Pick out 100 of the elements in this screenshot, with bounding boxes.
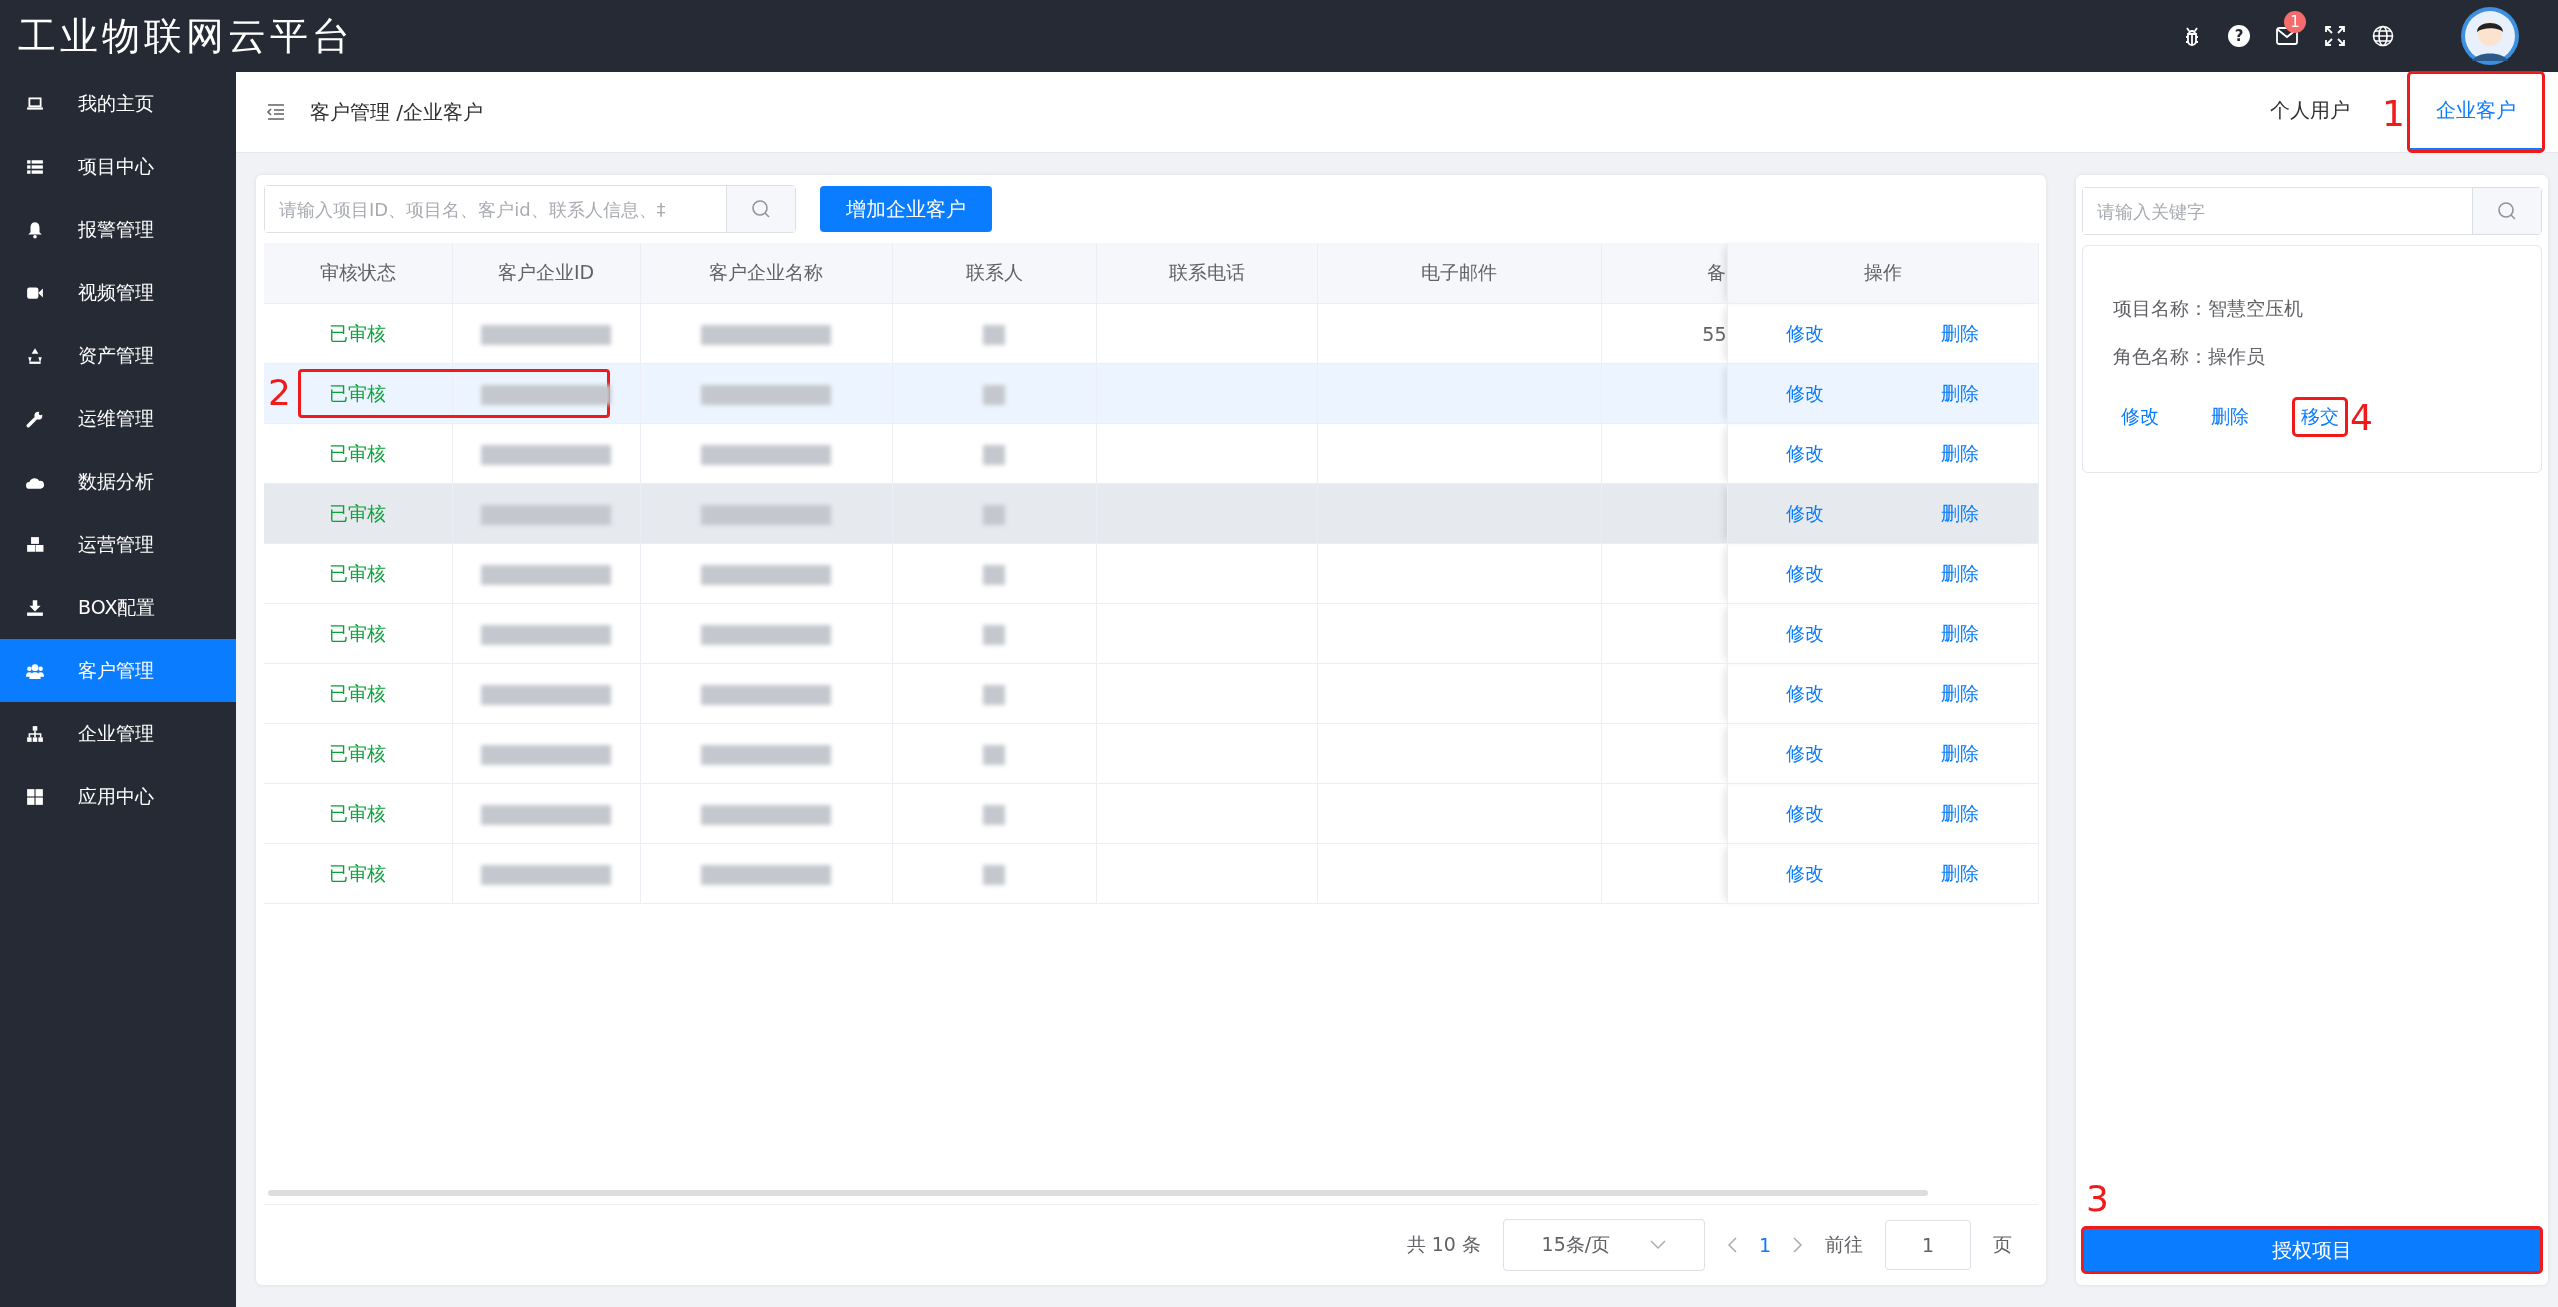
scrollbar[interactable]: [268, 1190, 1928, 1196]
column-header: 客户企业ID: [452, 243, 640, 304]
chevron-down-icon: [1650, 1240, 1667, 1250]
row-action-link[interactable]: 删除: [1941, 560, 1979, 587]
breadcrumb: 客户管理 /企业客户: [310, 98, 484, 126]
total-count: 共 10 条: [1406, 1232, 1481, 1257]
search-icon[interactable]: [751, 199, 771, 219]
sidebar-item[interactable]: 我的主页: [0, 72, 236, 135]
row-action-link[interactable]: 删除: [1941, 440, 1979, 467]
tab[interactable]: 企业客户: [2408, 72, 2544, 152]
chevron-right-icon[interactable]: [1793, 1237, 1803, 1253]
row-action-link[interactable]: 修改: [1786, 320, 1824, 347]
status-text: 已审核: [329, 741, 387, 764]
row-action-link[interactable]: 删除: [1941, 860, 1979, 887]
page-suffix: 页: [1993, 1232, 2012, 1257]
row-action-link[interactable]: 修改: [1786, 680, 1824, 707]
table-cell: 55: [1702, 322, 1727, 345]
help-icon[interactable]: ?: [2228, 25, 2250, 47]
sitemap-icon: [26, 724, 44, 743]
sidebar-item[interactable]: 客户管理: [0, 639, 236, 702]
menu-icon[interactable]: [266, 103, 286, 121]
sidebar-item[interactable]: 数据分析: [0, 450, 236, 513]
tab[interactable]: 个人用户: [2242, 72, 2378, 152]
redacted-text: [983, 444, 1005, 465]
project-info-text: 项目名称：智慧空压机: [2113, 296, 2304, 321]
authorize-project-button[interactable]: 授权项目: [2082, 1227, 2542, 1273]
notification-badge: 1: [2284, 11, 2306, 33]
column-header: 联系电话: [1096, 243, 1317, 304]
mail-icon[interactable]: [2276, 27, 2298, 45]
redacted-text: [983, 624, 1005, 645]
redacted-text: [983, 804, 1005, 825]
page-input[interactable]: 1: [1885, 1220, 1971, 1270]
sidebar-item[interactable]: BOX配置: [0, 576, 236, 639]
row-action-link[interactable]: 修改: [1786, 740, 1824, 767]
status-text: 已审核: [329, 321, 387, 344]
download-icon: [26, 598, 44, 617]
laptop-icon: [26, 94, 44, 113]
row-action-link[interactable]: 修改: [1786, 620, 1824, 647]
sidebar-item[interactable]: 运营管理: [0, 513, 236, 576]
add-customer-button[interactable]: 增加企业客户: [820, 186, 992, 232]
row-action-link[interactable]: 修改: [1786, 380, 1824, 407]
redacted-text: [983, 744, 1005, 765]
list-icon: [26, 157, 44, 176]
avatar-icon[interactable]: [2460, 6, 2520, 66]
column-header: 客户企业名称: [640, 243, 892, 304]
row-action-link[interactable]: 删除: [1941, 500, 1979, 527]
keyword-search-box[interactable]: 请输入关键字: [2082, 187, 2542, 235]
status-text: 已审核: [329, 381, 387, 404]
redacted-text: [983, 564, 1005, 585]
row-action-link[interactable]: 删除: [1941, 320, 1979, 347]
row-action-link[interactable]: 删除: [1941, 740, 1979, 767]
wrench-icon: [26, 409, 44, 428]
column-header: 备: [1601, 243, 1727, 304]
status-text: 已审核: [329, 861, 387, 884]
column-header: 操作: [1727, 243, 2038, 304]
chevron-left-icon[interactable]: [1726, 1237, 1737, 1253]
column-header: 电子邮件: [1317, 243, 1601, 304]
page-number[interactable]: 1: [1758, 1234, 1771, 1256]
redacted-text: [983, 384, 1005, 405]
redacted-text: [983, 864, 1005, 885]
status-text: 已审核: [329, 501, 387, 524]
column-header: 审核状态: [264, 243, 452, 304]
card-action-link[interactable]: 移交: [2293, 398, 2347, 436]
sidebar-item[interactable]: 企业管理: [0, 702, 236, 765]
sidebar-item[interactable]: 运维管理: [0, 387, 236, 450]
annotation-number: 2: [268, 375, 291, 411]
search-icon[interactable]: [2497, 201, 2517, 221]
row-action-link[interactable]: 修改: [1786, 860, 1824, 887]
sidebar-item[interactable]: 项目中心: [0, 135, 236, 198]
status-text: 已审核: [329, 801, 387, 824]
redacted-text: [983, 324, 1005, 345]
sidebar-item[interactable]: 报警管理: [0, 198, 236, 261]
page-size-select[interactable]: 15条/页: [1502, 1219, 1705, 1271]
sidebar-item[interactable]: 资产管理: [0, 324, 236, 387]
redacted-text: [983, 504, 1005, 525]
row-action-link[interactable]: 删除: [1941, 680, 1979, 707]
search-box[interactable]: 请输入项目ID、项目名、客户id、联系人信息、‡: [264, 185, 796, 233]
row-action-link[interactable]: 修改: [1786, 440, 1824, 467]
status-text: 已审核: [329, 441, 387, 464]
grid-icon: [26, 787, 44, 806]
row-action-link[interactable]: 删除: [1941, 620, 1979, 647]
card-action-link[interactable]: 删除: [2203, 398, 2257, 436]
cubes-icon: [26, 535, 44, 554]
globe-icon[interactable]: [2372, 25, 2394, 47]
goto-label: 前往: [1825, 1232, 1863, 1257]
card-action-link[interactable]: 修改: [2113, 398, 2167, 436]
annotation-number: 1: [2382, 96, 2405, 132]
status-text: 已审核: [329, 561, 387, 584]
row-action-link[interactable]: 修改: [1786, 500, 1824, 527]
sidebar-item[interactable]: 应用中心: [0, 765, 236, 828]
app-title: 工业物联网云平台: [18, 12, 354, 60]
status-text: 已审核: [329, 621, 387, 644]
row-action-link[interactable]: 修改: [1786, 560, 1824, 587]
annotation-number: 4: [2350, 400, 2373, 436]
fullscreen-icon[interactable]: [2324, 25, 2346, 47]
sidebar-item[interactable]: 视频管理: [0, 261, 236, 324]
row-action-link[interactable]: 修改: [1786, 800, 1824, 827]
row-action-link[interactable]: 删除: [1941, 380, 1979, 407]
annotation-number: 3: [2086, 1181, 2109, 1217]
row-action-link[interactable]: 删除: [1941, 800, 1979, 827]
